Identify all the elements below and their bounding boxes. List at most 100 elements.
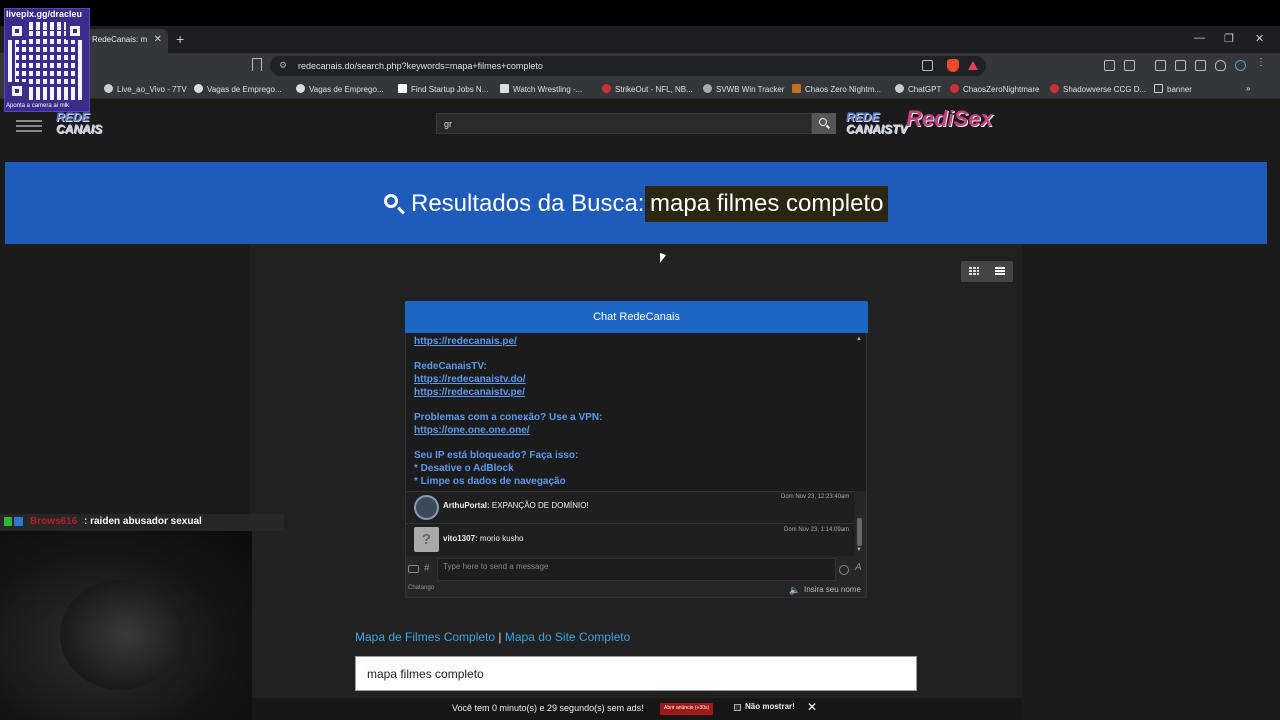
search-icon bbox=[819, 118, 827, 126]
results-term: mapa filmes completo bbox=[645, 186, 889, 222]
chat-scrollbar[interactable] bbox=[857, 518, 862, 546]
chat-post-text: ArthuPortal: EXPANÇÃO DE DOMÍNIO! bbox=[443, 501, 589, 510]
bookmark-item[interactable]: ChatGPT bbox=[895, 84, 941, 94]
site-map-link[interactable]: Mapa do Site Completo bbox=[505, 630, 630, 644]
site-logo[interactable]: REDE CANAIS bbox=[56, 111, 122, 137]
bookmark-item[interactable]: Vagas de Emprego... bbox=[296, 84, 384, 94]
chat-link[interactable]: https://redecanais.pe/ bbox=[414, 336, 517, 347]
chat-link[interactable]: https://redecanaistv.do/ bbox=[414, 374, 526, 385]
menu-icon[interactable]: ⋮ bbox=[1256, 57, 1267, 68]
bookmark-item[interactable]: StrikeOut - NFL, NB... bbox=[602, 84, 693, 94]
cast-icon[interactable] bbox=[1124, 60, 1135, 71]
leo-icon[interactable] bbox=[1195, 60, 1206, 71]
qr-caption: Aponta a camera ai mlk bbox=[6, 103, 70, 109]
chatango-brand[interactable]: Chatango bbox=[408, 585, 434, 591]
bookmark-item[interactable]: SVWB Win Tracker bbox=[703, 84, 784, 94]
scroll-down-arrow-icon[interactable]: ▼ bbox=[856, 547, 862, 553]
search-button[interactable] bbox=[812, 113, 836, 134]
scroll-up-arrow-icon[interactable]: ▲ bbox=[856, 336, 862, 342]
bookmark-item[interactable]: Find Startup Jobs N... bbox=[398, 84, 488, 94]
site-info-icon[interactable]: ⚙ bbox=[279, 60, 287, 71]
close-ad-bar-icon[interactable]: ✕ bbox=[807, 700, 817, 714]
bookmark-item[interactable]: Watch Wrestling -... bbox=[500, 84, 582, 94]
titlebar-strip bbox=[0, 0, 1280, 26]
chat-title[interactable]: Chat RedeCanais bbox=[405, 301, 868, 333]
url-text: redecanais.do/search.php?keywords=mapa+f… bbox=[298, 61, 543, 71]
bookmark-item[interactable]: ChaosZeroNightmare bbox=[950, 84, 1039, 94]
logo2-overlay: RediSex bbox=[906, 106, 993, 131]
font-style-icon[interactable]: A bbox=[855, 562, 862, 573]
bookmark-item[interactable]: Vagas de Emprego... bbox=[194, 84, 282, 94]
stream-chat-message: : raiden abusador sexual bbox=[84, 516, 202, 527]
bookmarks-overflow-icon[interactable]: » bbox=[1246, 84, 1250, 93]
ad-free-timer: Você tem 0 minuto(s) e 29 segundo(s) sem… bbox=[452, 703, 644, 713]
vpn-icon[interactable] bbox=[1215, 60, 1226, 71]
sidebar-icon[interactable] bbox=[1155, 60, 1166, 71]
sitemap-links: Mapa de Filmes Completo | Mapa do Site C… bbox=[355, 630, 630, 644]
chat-line: Seu IP está bloqueado? Faça isso: bbox=[414, 450, 579, 461]
dont-show-checkbox[interactable] bbox=[734, 704, 741, 711]
search-icon bbox=[384, 194, 398, 208]
avatar[interactable]: ? bbox=[414, 527, 439, 552]
chat-line: * Limpe os dados de navegação bbox=[414, 476, 566, 487]
stream-chat-user: Brows616 bbox=[30, 516, 78, 527]
profile-icon[interactable] bbox=[1235, 60, 1246, 71]
chat-badge-icon bbox=[4, 517, 12, 526]
bookmark-folder-banner[interactable]: banner bbox=[1154, 84, 1192, 94]
list-view-button[interactable] bbox=[987, 261, 1013, 282]
redecanaistv-logo[interactable]: REDE CANAISTV RediSex bbox=[846, 106, 993, 137]
grid-view-button[interactable] bbox=[961, 261, 987, 282]
speaker-icon[interactable]: 🔈 bbox=[789, 585, 800, 596]
bookmark-icon[interactable] bbox=[252, 58, 262, 71]
qr-title: livepix.gg/dracleu bbox=[6, 9, 83, 19]
results-title: Resultados da Busca: bbox=[411, 190, 645, 217]
result-term-box[interactable]: mapa filmes completo bbox=[355, 656, 917, 691]
chat-line: * Desative o AdBlock bbox=[414, 463, 514, 474]
search-input[interactable]: gr bbox=[436, 113, 812, 134]
chat-link[interactable]: https://one.one.one.one/ bbox=[414, 425, 530, 436]
chat-line: RedeCanaisTV: bbox=[414, 361, 487, 372]
view-toggle bbox=[961, 261, 1013, 282]
chat-post-time: Dom Nov 23, 12:23:40am bbox=[781, 494, 850, 500]
logo-line-2: CANAIS bbox=[56, 122, 103, 136]
chat-post-time: Dom Nov 23, 1:14:09am bbox=[784, 527, 850, 533]
dont-show-label[interactable]: Não mostrar! bbox=[745, 702, 795, 711]
grid-icon bbox=[969, 267, 979, 276]
chat-post-text: vito1307: morio kusho bbox=[443, 534, 524, 543]
camera-icon[interactable] bbox=[408, 565, 419, 573]
qr-code-icon bbox=[8, 22, 84, 100]
open-ad-button[interactable]: Abrir anúncio (+30s) bbox=[660, 703, 714, 715]
enter-name-link[interactable]: Insira seu nome bbox=[804, 585, 861, 594]
browser-tab-redecanais[interactable]: RedeCanais: m ✕ bbox=[86, 29, 168, 53]
brave-rewards-icon[interactable] bbox=[968, 61, 978, 70]
minimize-icon[interactable]: — bbox=[1194, 32, 1205, 44]
new-tab-icon[interactable]: + bbox=[176, 31, 184, 47]
chat-link[interactable]: https://redecanaistv.pe/ bbox=[414, 387, 525, 398]
wallet-icon[interactable] bbox=[1175, 60, 1186, 71]
share-icon[interactable] bbox=[922, 60, 933, 71]
link-separator: | bbox=[498, 630, 502, 644]
avatar[interactable] bbox=[414, 495, 439, 520]
mouse-cursor-icon bbox=[660, 252, 666, 266]
webcam-person bbox=[60, 580, 180, 690]
restore-icon[interactable]: ❐ bbox=[1224, 32, 1234, 45]
movies-map-link[interactable]: Mapa de Filmes Completo bbox=[355, 630, 495, 644]
bookmark-item[interactable]: Chaos Zero Nightm... bbox=[792, 84, 881, 94]
bookmark-item[interactable]: Live_ao_Vivo - 7TV bbox=[104, 84, 187, 94]
close-tab-icon[interactable]: ✕ bbox=[154, 34, 162, 45]
chat-badge-icon bbox=[14, 517, 23, 526]
url-bar[interactable]: ⚙ redecanais.do/search.php?keywords=mapa… bbox=[270, 56, 986, 76]
extensions-icon[interactable] bbox=[1104, 60, 1115, 71]
hamburger-menu-icon[interactable] bbox=[16, 120, 42, 135]
tab-title: RedeCanais: m bbox=[92, 35, 148, 44]
emoji-icon[interactable] bbox=[839, 565, 849, 575]
chat-message-input[interactable]: Type here to send a message bbox=[437, 558, 836, 581]
brave-shields-icon[interactable] bbox=[947, 59, 959, 72]
close-window-icon[interactable]: ✕ bbox=[1255, 32, 1264, 45]
hashtag-icon[interactable]: # bbox=[424, 563, 430, 574]
bookmark-item[interactable]: Shadowverse CCG D... bbox=[1050, 84, 1146, 94]
chat-line: Problemas com a conexão? Use a VPN: bbox=[414, 412, 603, 423]
tab-strip bbox=[0, 26, 1280, 53]
screen: RedeCanais: m ✕ + — ❐ ✕ ⚙ redecanais.do/… bbox=[0, 0, 1280, 720]
list-icon bbox=[995, 267, 1005, 276]
